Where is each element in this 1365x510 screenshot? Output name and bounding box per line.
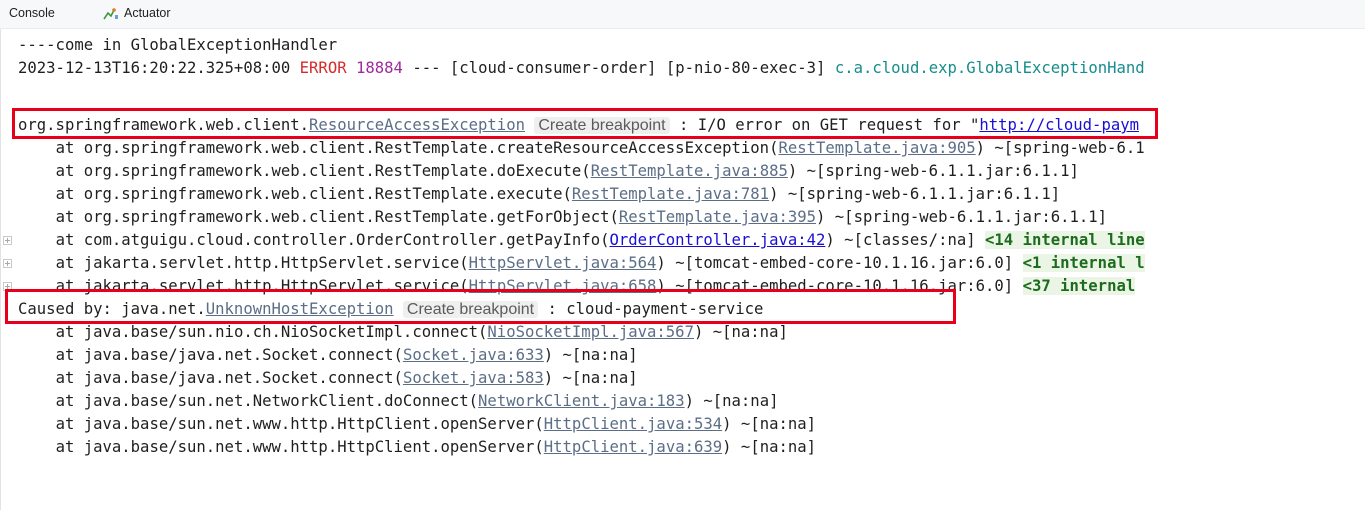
- stack-source-link[interactable]: RestTemplate.java:885: [591, 162, 788, 180]
- stack-source-link[interactable]: RestTemplate.java:781: [572, 185, 769, 203]
- log-separator: ---: [412, 59, 441, 77]
- stack-line: at org.springframework.web.client.RestTe…: [18, 160, 1079, 183]
- stack-after: ) ~[na:na]: [722, 438, 817, 456]
- stack-text: at com.atguigu.cloud.controller.OrderCon…: [55, 231, 610, 249]
- stack-source-link[interactable]: RestTemplate.java:905: [778, 139, 975, 157]
- stack-after: ) ~[na:na]: [693, 323, 788, 341]
- expand-fold-icon[interactable]: [3, 259, 12, 268]
- tool-window-tab-bar: Console Actuator: [0, 0, 1365, 29]
- stack-source-link[interactable]: OrderController.java:42: [609, 231, 825, 249]
- stack-line: at org.springframework.web.client.RestTe…: [18, 183, 1061, 206]
- stack-source-link[interactable]: Socket.java:633: [403, 346, 544, 364]
- actuator-icon: [103, 8, 118, 20]
- stack-after: ) ~[classes/:na]: [825, 231, 986, 249]
- stack-text: at org.springframework.web.client.RestTe…: [55, 162, 591, 180]
- cause-stack-line: at java.base/sun.net.www.http.HttpClient…: [18, 413, 816, 436]
- tab-console-label: Console: [9, 6, 55, 20]
- tab-actuator-label: Actuator: [124, 6, 171, 20]
- header-text: ----come in GlobalExceptionHandler: [18, 36, 338, 54]
- stack-text: at org.springframework.web.client.RestTe…: [55, 208, 619, 226]
- stack-line: at com.atguigu.cloud.controller.OrderCon…: [18, 229, 1145, 252]
- stack-line: at org.springframework.web.client.RestTe…: [18, 206, 1108, 229]
- folded-lines-badge[interactable]: <37 internal: [1022, 277, 1136, 295]
- expand-fold-icon[interactable]: [3, 236, 12, 245]
- log-line-header: ----come in GlobalExceptionHandler: [18, 34, 337, 57]
- stack-line: at jakarta.servlet.http.HttpServlet.serv…: [18, 252, 1145, 275]
- stack-text: at java.base/java.net.Socket.connect(: [55, 369, 403, 387]
- log-app: [cloud-consumer-order]: [449, 59, 657, 77]
- stack-text: at java.base/sun.net.www.http.HttpClient…: [55, 438, 544, 456]
- cause-stack-line: at java.base/java.net.Socket.connect(Soc…: [18, 367, 638, 390]
- log-line-entry: 2023-12-13T16:20:22.325+08:00 ERROR 1888…: [18, 57, 1145, 80]
- stack-text: at java.base/sun.nio.ch.NioSocketImpl.co…: [55, 323, 488, 341]
- log-level: ERROR: [299, 59, 347, 77]
- stack-after: ) ~[spring-web-6.1.1.jar:6.1.1]: [816, 208, 1108, 226]
- stack-after: ) ~[spring-web-6.1.1.jar:6.1.1]: [787, 162, 1079, 180]
- stack-after: ) ~[spring-web-6.1: [975, 139, 1145, 157]
- stack-source-link[interactable]: HttpServlet.java:564: [469, 254, 657, 272]
- cause-stack-line: at java.base/sun.nio.ch.NioSocketImpl.co…: [18, 321, 788, 344]
- log-thread: [p-nio-80-exec-3]: [665, 59, 826, 77]
- stack-text: at jakarta.servlet.http.HttpServlet.serv…: [55, 254, 469, 272]
- stack-source-link[interactable]: HttpClient.java:639: [544, 438, 722, 456]
- stack-after: ) ~[na:na]: [543, 346, 638, 364]
- stack-after: ) ~[spring-web-6.1.1.jar:6.1.1]: [769, 185, 1061, 203]
- stack-source-link[interactable]: Socket.java:583: [403, 369, 544, 387]
- stack-after: ) ~[tomcat-embed-core-10.1.16.jar:6.0]: [656, 254, 1023, 272]
- log-timestamp: 2023-12-13T16:20:22.325+08:00: [18, 59, 291, 77]
- log-logger: c.a.cloud.exp.GlobalExceptionHand: [834, 59, 1145, 77]
- stack-source-link[interactable]: NetworkClient.java:183: [478, 392, 685, 410]
- cause-stack-line: at java.base/sun.net.NetworkClient.doCon…: [18, 390, 779, 413]
- stack-source-link[interactable]: HttpClient.java:534: [544, 415, 722, 433]
- cause-stack-line: at java.base/sun.net.www.http.HttpClient…: [18, 436, 816, 459]
- stack-text: at org.springframework.web.client.RestTe…: [55, 185, 572, 203]
- tab-actuator[interactable]: Actuator: [103, 0, 171, 28]
- console-output[interactable]: ----come in GlobalExceptionHandler 2023-…: [0, 34, 1365, 510]
- stack-after: ) ~[na:na]: [543, 369, 638, 387]
- stack-source-link[interactable]: NioSocketImpl.java:567: [487, 323, 694, 341]
- stack-text: at java.base/sun.net.www.http.HttpClient…: [55, 415, 544, 433]
- stack-text: at java.base/java.net.Socket.connect(: [55, 346, 403, 364]
- highlight-box-caused-by: [5, 289, 956, 324]
- stack-after: ) ~[na:na]: [722, 415, 817, 433]
- folded-lines-badge[interactable]: <1 internal l: [1022, 254, 1145, 272]
- log-pid: 18884: [356, 59, 403, 77]
- cause-stack-line: at java.base/java.net.Socket.connect(Soc…: [18, 344, 638, 367]
- stack-line: at org.springframework.web.client.RestTe…: [18, 137, 1145, 160]
- stack-text: at java.base/sun.net.NetworkClient.doCon…: [55, 392, 479, 410]
- highlight-box-exception: [12, 108, 1158, 139]
- stack-text: at org.springframework.web.client.RestTe…: [55, 139, 779, 157]
- folded-lines-badge[interactable]: <14 internal line: [985, 231, 1145, 249]
- tab-console[interactable]: Console: [9, 0, 71, 28]
- stack-source-link[interactable]: RestTemplate.java:395: [619, 208, 816, 226]
- stack-after: ) ~[na:na]: [684, 392, 779, 410]
